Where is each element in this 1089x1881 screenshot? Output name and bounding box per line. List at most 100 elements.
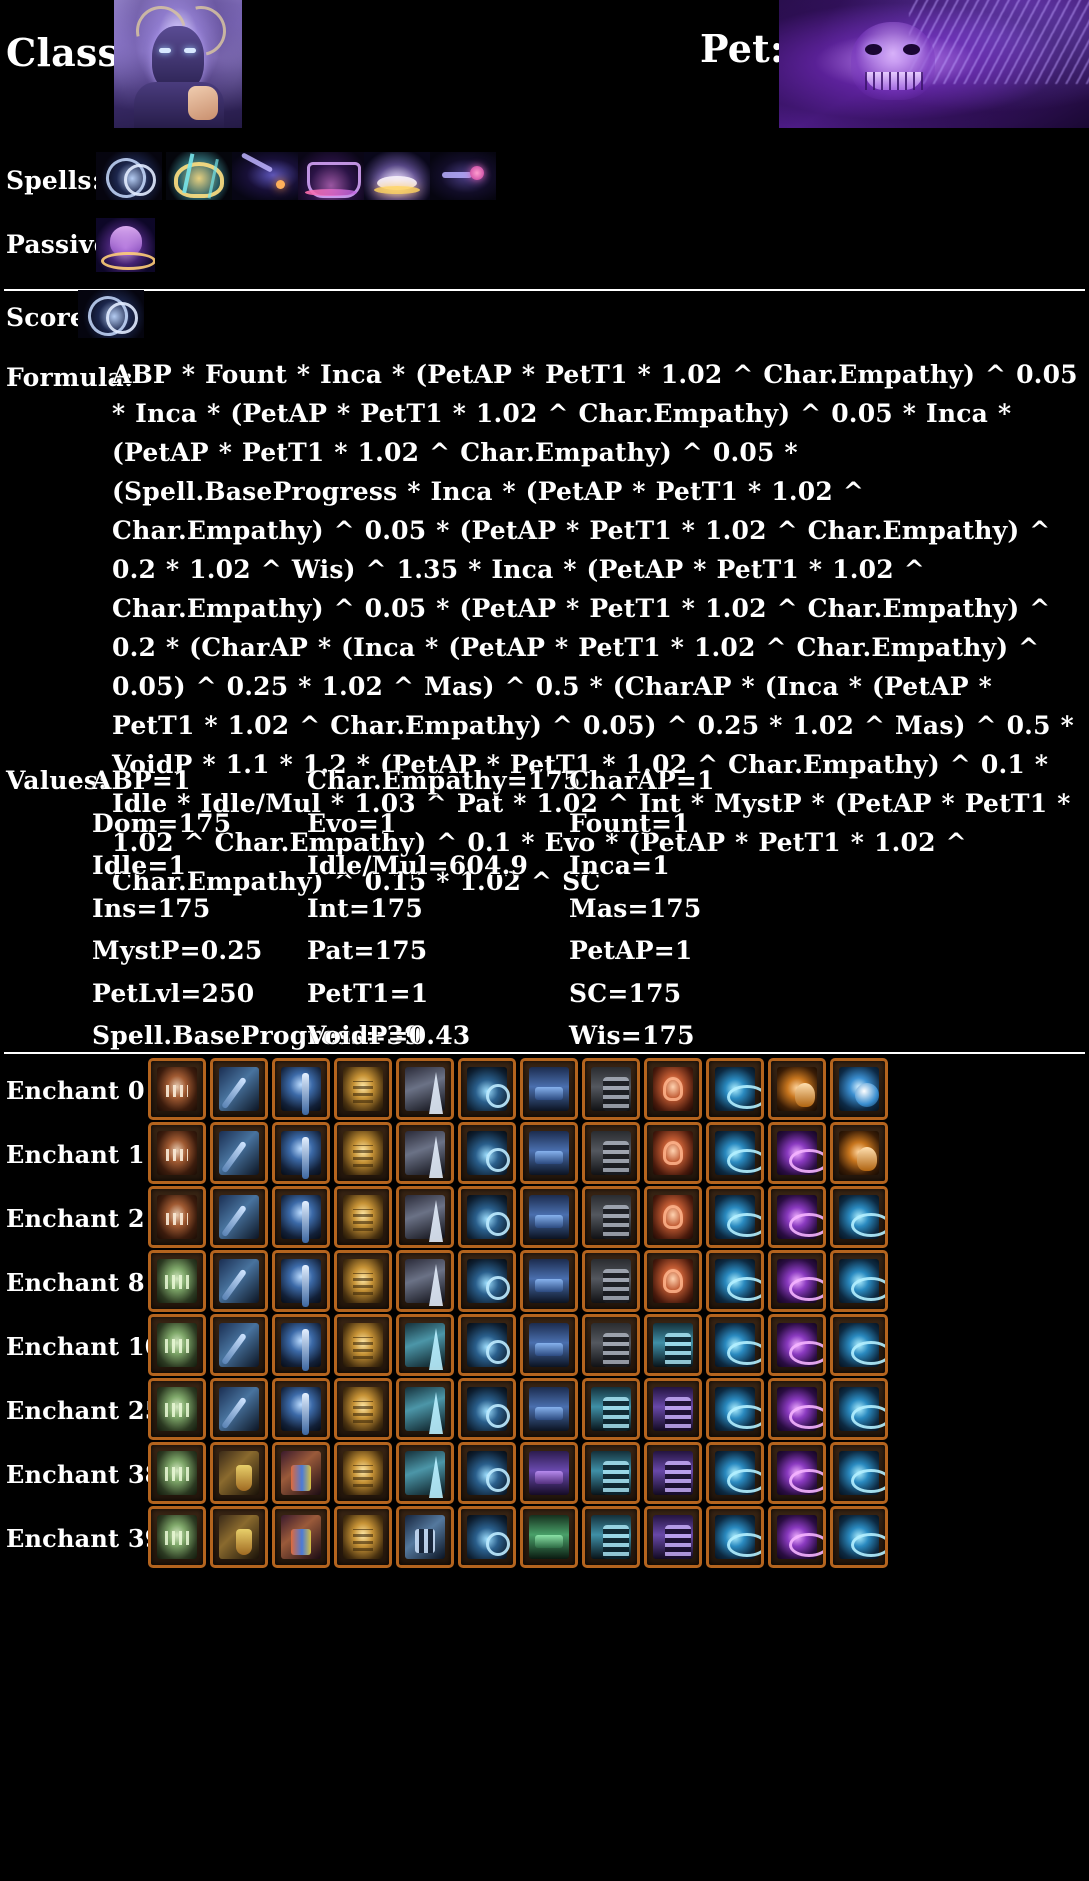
enchant-item-slot[interactable] bbox=[706, 1186, 764, 1248]
enchant-item-slot[interactable] bbox=[520, 1442, 578, 1504]
enchant-item-slot[interactable] bbox=[396, 1442, 454, 1504]
enchant-item-slot[interactable] bbox=[396, 1058, 454, 1120]
enchant-item-slot[interactable] bbox=[582, 1378, 640, 1440]
enchant-item-slot[interactable] bbox=[582, 1058, 640, 1120]
enchant-item-slot[interactable] bbox=[582, 1442, 640, 1504]
enchant-item-slot[interactable] bbox=[148, 1186, 206, 1248]
enchant-item-slot[interactable] bbox=[210, 1058, 268, 1120]
enchant-item-slot[interactable] bbox=[520, 1250, 578, 1312]
enchant-item-slot[interactable] bbox=[520, 1058, 578, 1120]
enchant-item-slot[interactable] bbox=[396, 1506, 454, 1568]
enchant-item-slot[interactable] bbox=[334, 1250, 392, 1312]
enchant-item-slot[interactable] bbox=[582, 1250, 640, 1312]
enchant-item-slot[interactable] bbox=[334, 1442, 392, 1504]
enchant-item-slot[interactable] bbox=[210, 1378, 268, 1440]
enchant-item-slot[interactable] bbox=[644, 1314, 702, 1376]
enchant-item-slot[interactable] bbox=[334, 1186, 392, 1248]
enchant-item-slot[interactable] bbox=[520, 1506, 578, 1568]
enchant-item-slot[interactable] bbox=[272, 1250, 330, 1312]
enchant-item-slot[interactable] bbox=[396, 1250, 454, 1312]
enchant-item-slot[interactable] bbox=[396, 1122, 454, 1184]
enchant-item-slot[interactable] bbox=[830, 1442, 888, 1504]
spell-shadow-bolt-icon[interactable] bbox=[232, 152, 298, 200]
enchant-item-slot[interactable] bbox=[520, 1378, 578, 1440]
enchant-item-slot[interactable] bbox=[334, 1122, 392, 1184]
enchant-item-slot[interactable] bbox=[396, 1378, 454, 1440]
enchant-item-slot[interactable] bbox=[830, 1506, 888, 1568]
enchant-item-slot[interactable] bbox=[396, 1186, 454, 1248]
enchant-item-slot[interactable] bbox=[458, 1122, 516, 1184]
enchant-item-slot[interactable] bbox=[210, 1506, 268, 1568]
enchant-item-slot[interactable] bbox=[644, 1058, 702, 1120]
enchant-item-slot[interactable] bbox=[210, 1186, 268, 1248]
enchant-item-slot[interactable] bbox=[210, 1122, 268, 1184]
enchant-item-slot[interactable] bbox=[210, 1250, 268, 1312]
enchant-item-slot[interactable] bbox=[582, 1314, 640, 1376]
enchant-item-slot[interactable] bbox=[582, 1186, 640, 1248]
enchant-item-slot[interactable] bbox=[582, 1122, 640, 1184]
enchant-item-slot[interactable] bbox=[148, 1506, 206, 1568]
spell-radiant-pedestal-icon[interactable] bbox=[364, 152, 430, 200]
enchant-item-slot[interactable] bbox=[830, 1122, 888, 1184]
enchant-item-slot[interactable] bbox=[210, 1442, 268, 1504]
spell-golden-weave-icon[interactable] bbox=[166, 152, 232, 200]
enchant-item-slot[interactable] bbox=[768, 1058, 826, 1120]
enchant-item-slot[interactable] bbox=[706, 1378, 764, 1440]
enchant-item-slot[interactable] bbox=[148, 1058, 206, 1120]
enchant-item-slot[interactable] bbox=[210, 1314, 268, 1376]
enchant-item-slot[interactable] bbox=[830, 1186, 888, 1248]
enchant-item-slot[interactable] bbox=[768, 1122, 826, 1184]
enchant-item-slot[interactable] bbox=[520, 1186, 578, 1248]
enchant-item-slot[interactable] bbox=[706, 1314, 764, 1376]
enchant-item-slot[interactable] bbox=[706, 1122, 764, 1184]
enchant-item-slot[interactable] bbox=[644, 1122, 702, 1184]
enchant-item-slot[interactable] bbox=[644, 1442, 702, 1504]
enchant-item-slot[interactable] bbox=[334, 1506, 392, 1568]
enchant-item-slot[interactable] bbox=[768, 1250, 826, 1312]
enchant-item-slot[interactable] bbox=[830, 1250, 888, 1312]
enchant-item-slot[interactable] bbox=[458, 1506, 516, 1568]
enchant-item-slot[interactable] bbox=[520, 1122, 578, 1184]
enchant-item-slot[interactable] bbox=[334, 1378, 392, 1440]
enchant-item-slot[interactable] bbox=[706, 1442, 764, 1504]
enchant-item-slot[interactable] bbox=[830, 1378, 888, 1440]
spell-arcane-wisp-icon[interactable] bbox=[96, 152, 162, 200]
enchant-item-slot[interactable] bbox=[706, 1058, 764, 1120]
enchant-item-slot[interactable] bbox=[334, 1058, 392, 1120]
enchant-item-slot[interactable] bbox=[272, 1058, 330, 1120]
class-portrait[interactable] bbox=[114, 0, 242, 128]
enchant-item-slot[interactable] bbox=[458, 1378, 516, 1440]
pet-portrait[interactable] bbox=[779, 0, 1089, 128]
enchant-item-slot[interactable] bbox=[768, 1378, 826, 1440]
enchant-item-slot[interactable] bbox=[644, 1506, 702, 1568]
enchant-item-slot[interactable] bbox=[768, 1506, 826, 1568]
enchant-item-slot[interactable] bbox=[706, 1506, 764, 1568]
enchant-item-slot[interactable] bbox=[706, 1250, 764, 1312]
spell-dome-barrier-icon[interactable] bbox=[298, 152, 364, 200]
enchant-item-slot[interactable] bbox=[148, 1122, 206, 1184]
enchant-item-slot[interactable] bbox=[272, 1122, 330, 1184]
spell-link-rune-icon[interactable] bbox=[430, 152, 496, 200]
enchant-item-slot[interactable] bbox=[458, 1442, 516, 1504]
enchant-item-slot[interactable] bbox=[272, 1442, 330, 1504]
enchant-item-slot[interactable] bbox=[148, 1250, 206, 1312]
enchant-item-slot[interactable] bbox=[458, 1314, 516, 1376]
enchant-item-slot[interactable] bbox=[458, 1250, 516, 1312]
enchant-item-slot[interactable] bbox=[458, 1058, 516, 1120]
enchant-item-slot[interactable] bbox=[272, 1506, 330, 1568]
enchant-item-slot[interactable] bbox=[644, 1250, 702, 1312]
enchant-item-slot[interactable] bbox=[644, 1378, 702, 1440]
enchant-item-slot[interactable] bbox=[334, 1314, 392, 1376]
enchant-item-slot[interactable] bbox=[148, 1442, 206, 1504]
enchant-item-slot[interactable] bbox=[830, 1058, 888, 1120]
enchant-item-slot[interactable] bbox=[830, 1314, 888, 1376]
enchant-item-slot[interactable] bbox=[148, 1314, 206, 1376]
enchant-item-slot[interactable] bbox=[768, 1442, 826, 1504]
enchant-item-slot[interactable] bbox=[520, 1314, 578, 1376]
enchant-item-slot[interactable] bbox=[396, 1314, 454, 1376]
enchant-item-slot[interactable] bbox=[272, 1378, 330, 1440]
enchant-item-slot[interactable] bbox=[644, 1186, 702, 1248]
enchant-item-slot[interactable] bbox=[272, 1314, 330, 1376]
enchant-item-slot[interactable] bbox=[768, 1314, 826, 1376]
enchant-item-slot[interactable] bbox=[582, 1506, 640, 1568]
